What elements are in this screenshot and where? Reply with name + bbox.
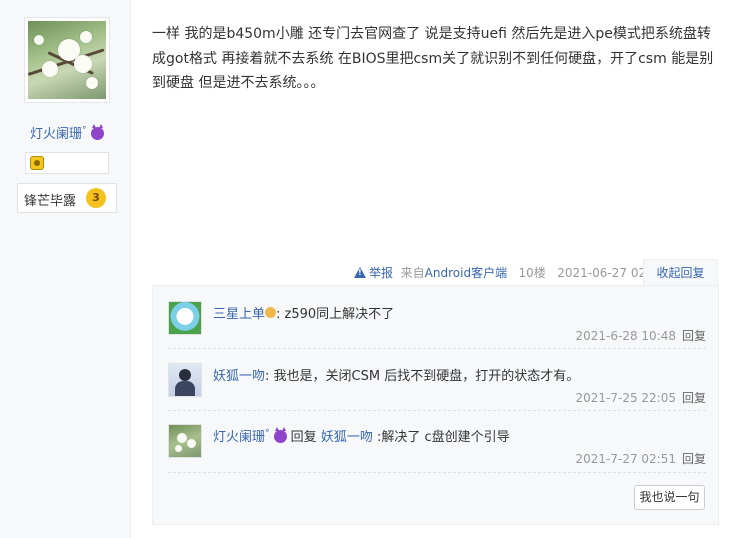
replies-panel: 三星上单 : z590同上解决不了 2021-6-28 10:48 回复 妖狐一吻:…	[152, 285, 719, 525]
author-sidebar: 灯火阑珊° 锋芒毕露 3	[0, 0, 131, 538]
devil-emoji-icon	[273, 427, 287, 443]
reply-username[interactable]: 三星上单	[213, 307, 265, 322]
cat-emoji-icon	[265, 307, 277, 318]
author-level[interactable]: 锋芒毕露 3	[17, 183, 117, 213]
author-name[interactable]: 灯火阑珊°	[30, 123, 104, 142]
reply-word: 回复	[290, 430, 317, 445]
reply-username-suffix: °	[265, 428, 270, 439]
reply-item: 灯火阑珊° 回复 妖狐一吻 :解决了 c盘创建个引导 2021-7-27 02:…	[168, 424, 706, 466]
reply-divider	[168, 410, 706, 411]
source-client-link[interactable]: Android客户端	[425, 266, 507, 280]
reply-button[interactable]: 回复	[682, 391, 706, 405]
reply-time: 2021-7-27 02:51	[575, 452, 676, 466]
say-something-button[interactable]: 我也说一句	[634, 485, 705, 510]
report-link[interactable]: 举报	[369, 266, 393, 280]
warning-icon	[354, 267, 366, 278]
reply-footer: 2021-6-28 10:48 回复	[575, 327, 706, 344]
reply-avatar[interactable]	[168, 301, 202, 335]
reply-avatar[interactable]	[168, 424, 202, 458]
reply-text: :解决了 c盘创建个引导	[372, 430, 510, 445]
reply-item: 妖狐一吻: 我也是，关闭CSM 后找不到硬盘，打开的状态才有。 2021-7-2…	[168, 363, 706, 405]
reply-button[interactable]: 回复	[682, 329, 706, 343]
collapse-replies-button[interactable]: 收起回复	[643, 259, 718, 286]
level-number-icon: 3	[86, 188, 106, 208]
reply-button[interactable]: 回复	[682, 452, 706, 466]
reply-body: 灯火阑珊° 回复 妖狐一吻 :解决了 c盘创建个引导	[213, 426, 510, 445]
reply-body: 妖狐一吻: 我也是，关闭CSM 后找不到硬盘，打开的状态才有。	[213, 365, 579, 384]
post-content: 一样 我的是b450m小雕 还专门去官网查了 说是支持uefi 然后先是进入pe…	[152, 26, 714, 91]
devil-emoji-icon	[90, 124, 104, 140]
reply-target-username[interactable]: 妖狐一吻	[321, 430, 373, 445]
reply-body: 三星上单 : z590同上解决不了	[213, 303, 394, 322]
source-prefix: 来自	[400, 266, 425, 280]
reply-divider	[168, 348, 706, 349]
reply-text: : 我也是，关闭CSM 后找不到硬盘，打开的状态才有。	[265, 369, 580, 384]
author-name-text[interactable]: 灯火阑珊	[30, 127, 82, 142]
avatar-image	[28, 21, 106, 99]
author-name-suffix: °	[82, 125, 87, 136]
reply-divider	[168, 472, 706, 473]
floor-number: 10楼	[518, 266, 546, 280]
reply-time: 2021-7-25 22:05	[575, 391, 676, 405]
reply-username[interactable]: 妖狐一吻	[213, 369, 265, 384]
author-badge[interactable]	[25, 152, 109, 174]
reply-time: 2021-6-28 10:48	[575, 329, 676, 343]
sun-badge-icon	[30, 156, 44, 170]
reply-avatar[interactable]	[168, 363, 202, 397]
author-avatar[interactable]	[24, 17, 110, 103]
post-meta: 举报 来自Android客户端 10楼 2021-06-27 02:22	[354, 264, 665, 281]
reply-text: : z590同上解决不了	[276, 307, 395, 322]
reply-footer: 2021-7-25 22:05 回复	[575, 389, 706, 406]
reply-footer: 2021-7-27 02:51 回复	[575, 450, 706, 467]
reply-username[interactable]: 灯火阑珊	[213, 430, 265, 445]
level-title: 锋芒毕露	[24, 194, 77, 209]
